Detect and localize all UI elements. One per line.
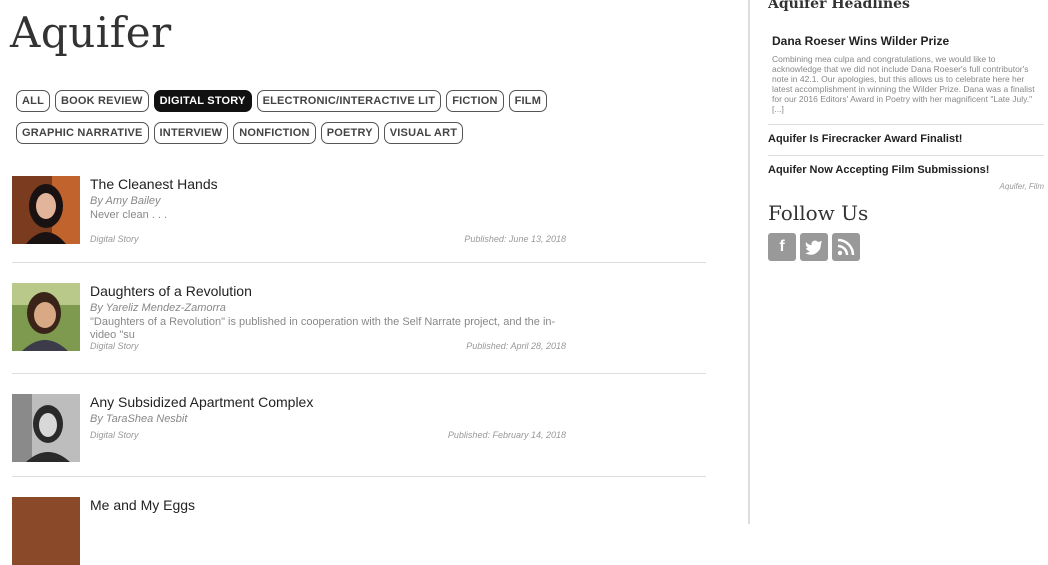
- item-text: The Cleanest Hands By Amy Bailey Never c…: [90, 174, 566, 222]
- item-title[interactable]: Daughters of a Revolution: [90, 281, 566, 301]
- filter-electronic-interactive-lit[interactable]: ELECTRONIC/INTERACTIVE LIT: [256, 90, 442, 112]
- list-item: Daughters of a Revolution By Yareliz Men…: [12, 279, 706, 351]
- item-category: Digital Story: [90, 234, 139, 244]
- item-published: Published: April 28, 2018: [466, 341, 566, 351]
- item-author: By TaraShea Nesbit: [90, 413, 188, 425]
- item-published: Published: February 14, 2018: [447, 430, 566, 440]
- filter-nonfiction[interactable]: NONFICTION: [233, 122, 316, 144]
- item-category: Digital Story: [90, 341, 139, 351]
- filter-all[interactable]: ALL: [16, 90, 50, 112]
- filter-visual-art[interactable]: VISUAL ART: [383, 122, 464, 144]
- item-published: Published: June 13, 2018: [464, 234, 566, 244]
- item-text: Daughters of a Revolution By Yareliz Men…: [90, 281, 566, 342]
- site-title[interactable]: Aquifer: [10, 8, 172, 57]
- filter-graphic-narrative[interactable]: GRAPHIC NARRATIVE: [16, 122, 149, 144]
- filter-interview[interactable]: INTERVIEW: [153, 122, 229, 144]
- author-photo[interactable]: [12, 497, 80, 565]
- news-feature-title[interactable]: Dana Roeser Wins Wilder Prize: [772, 34, 1044, 48]
- column-divider: [748, 0, 750, 524]
- list-item: Any Subsidized Apartment Complex By Tara…: [12, 390, 706, 462]
- author-photo[interactable]: [12, 283, 80, 351]
- item-author: By Amy Bailey: [90, 195, 161, 207]
- item-excerpt: "Daughters of a Revolution" is published…: [90, 316, 556, 341]
- filter-row-2: GRAPHIC NARRATIVE INTERVIEW NONFICTION P…: [16, 122, 716, 144]
- item-title[interactable]: The Cleanest Hands: [90, 174, 566, 194]
- category-filters: ALL BOOK REVIEW DIGITAL STORY ELECTRONIC…: [16, 90, 716, 154]
- item-category: Digital Story: [90, 430, 139, 440]
- item-excerpt: Never clean . . .: [90, 209, 168, 221]
- filter-fiction[interactable]: FICTION: [446, 90, 504, 112]
- news-feature-text: Combining mea culpa and congratulations,…: [772, 54, 1035, 114]
- follow-us-heading: Follow Us: [768, 201, 869, 225]
- filter-book-review[interactable]: BOOK REVIEW: [54, 90, 149, 112]
- filter-digital-story[interactable]: DIGITAL STORY: [153, 90, 252, 112]
- news-link-firecracker[interactable]: Aquifer Is Firecracker Award Finalist!: [768, 124, 1044, 149]
- twitter-icon[interactable]: t: [800, 233, 828, 261]
- rss-icon[interactable]: rss: [832, 233, 860, 261]
- sidebar-heading: Aquifer Headlines: [768, 0, 910, 12]
- item-text: Me and My Eggs: [90, 495, 566, 515]
- item-title[interactable]: Me and My Eggs: [90, 495, 566, 515]
- author-photo[interactable]: [12, 394, 80, 462]
- filter-poetry[interactable]: POETRY: [320, 122, 379, 144]
- article-list: The Cleanest Hands By Amy Bailey Never c…: [12, 172, 706, 565]
- item-title[interactable]: Any Subsidized Apartment Complex: [90, 392, 566, 412]
- filter-film[interactable]: FILM: [508, 90, 548, 112]
- news-feature: Dana Roeser Wins Wilder Prize Combining …: [768, 34, 1044, 114]
- item-text: Any Subsidized Apartment Complex By Tara…: [90, 392, 566, 427]
- news-tag[interactable]: Aquifer, Film: [768, 182, 1044, 191]
- social-links: f t rss: [768, 233, 1044, 261]
- sidebar: Aquifer Headlines Dana Roeser Wins Wilde…: [768, 0, 1044, 261]
- list-item: The Cleanest Hands By Amy Bailey Never c…: [12, 172, 706, 244]
- facebook-icon[interactable]: f: [768, 233, 796, 261]
- list-item: Me and My Eggs: [12, 493, 706, 565]
- filter-row-1: ALL BOOK REVIEW DIGITAL STORY ELECTRONIC…: [16, 90, 716, 112]
- item-author: By Yareliz Mendez-Zamorra: [90, 302, 226, 314]
- news-link-film-submissions[interactable]: Aquifer Now Accepting Film Submissions!: [768, 155, 1044, 180]
- author-photo[interactable]: [12, 176, 80, 244]
